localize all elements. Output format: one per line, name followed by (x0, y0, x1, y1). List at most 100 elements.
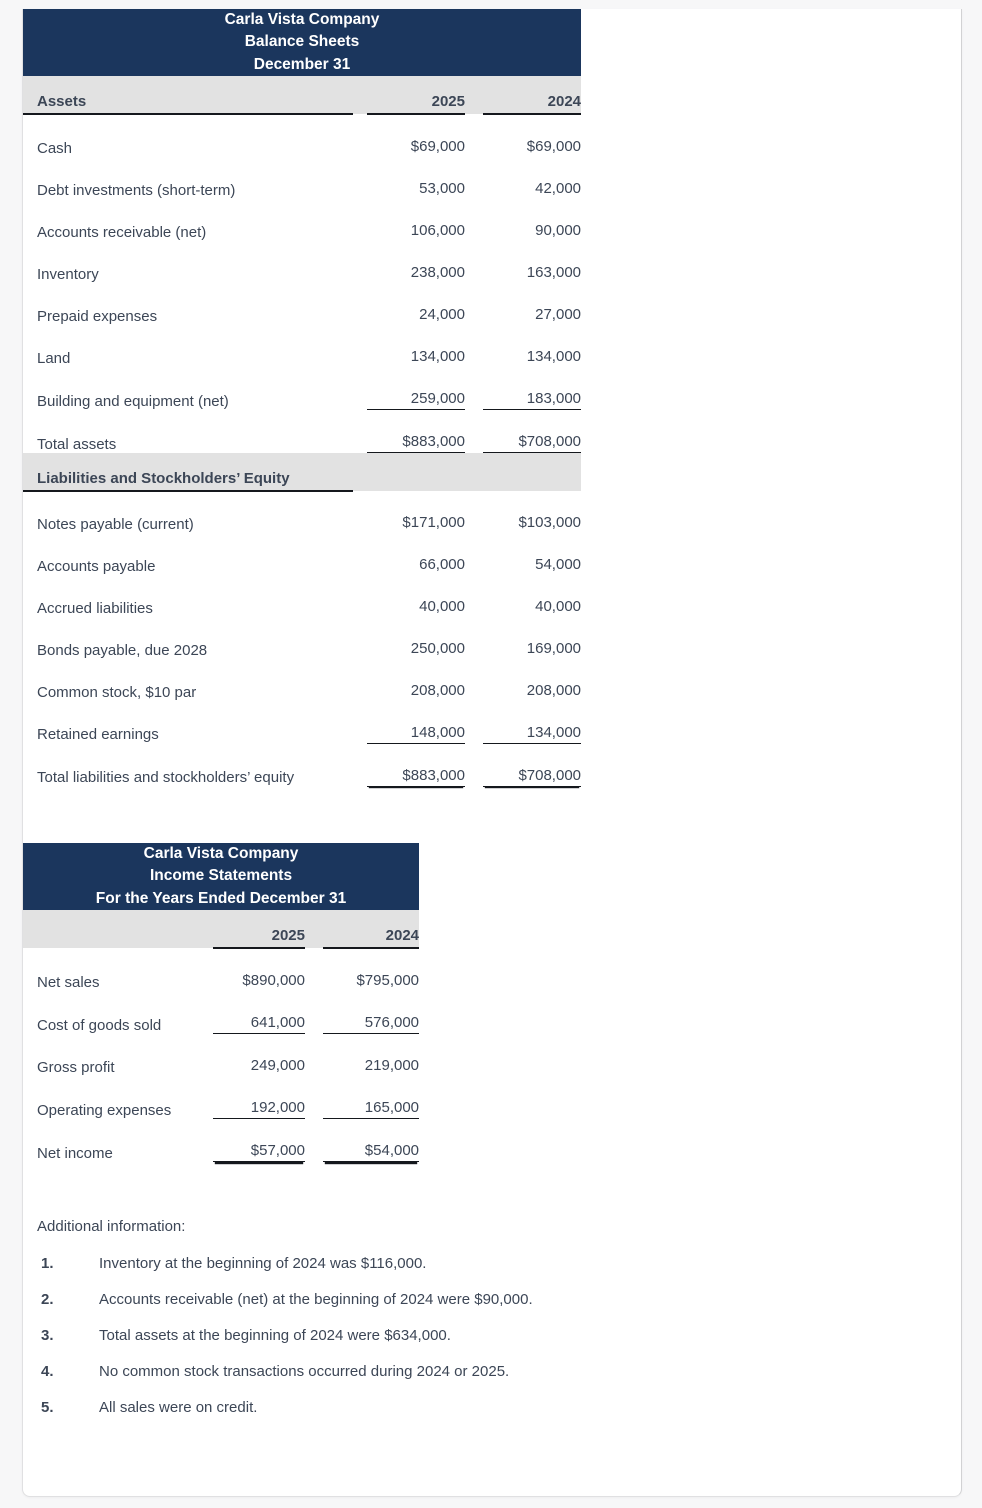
spacer-cell (199, 991, 213, 1034)
spacer-cell (353, 325, 367, 367)
spacer-cell (465, 283, 483, 325)
income-row-label: Operating expenses (37, 1101, 172, 1119)
spacer-cell (353, 452, 367, 491)
income-row-value-2025: 192,000 (213, 1076, 305, 1120)
liability-row-value-2024: 134,000 (483, 700, 582, 744)
list-item-text: Accounts receivable (net) at the beginni… (99, 1291, 533, 1309)
spacer-cell (305, 1076, 323, 1119)
asset-row-label: Cash (37, 140, 73, 158)
additional-information-list: 1. Inventory at the beginning of 2024 was… (37, 1255, 677, 1435)
income-row-value-2025: $890,000 (242, 972, 305, 990)
table-row: Total assets $883,000 $708,000 (23, 409, 582, 454)
income-statement-title-line-1: Carla Vista Company (143, 844, 299, 862)
asset-row-value-2025: 106,000 (410, 222, 465, 240)
spacer-cell (465, 491, 483, 533)
asset-row-label: Total assets (37, 435, 117, 453)
table-row: Accounts payable 66,000 54,000 (23, 533, 581, 575)
spacer-cell (353, 241, 367, 283)
list-item: 5. All sales were on credit. (37, 1399, 677, 1435)
balance-sheet-title-line-3: December 31 (253, 55, 351, 73)
income-row-label: Net sales (37, 974, 100, 992)
spacer-cell (465, 701, 483, 744)
spacer-cell (465, 114, 483, 157)
spacer-cell (305, 1119, 323, 1162)
spacer-cell (465, 325, 483, 367)
asset-row-value-2024: 90,000 (535, 222, 582, 240)
liability-row-value-2025: $171,000 (402, 513, 465, 531)
asset-row-label: Land (37, 350, 71, 368)
table-row: Accrued liabilities 40,000 40,000 (23, 575, 581, 617)
balance-sheet-title: Carla Vista Company Balance Sheets Decem… (23, 9, 582, 77)
spacer-cell (465, 367, 483, 410)
income-row-value-2024: 219,000 (364, 1057, 420, 1075)
list-item: 3. Total assets at the beginning of 2024 … (37, 1327, 677, 1363)
spacer-cell (465, 743, 483, 786)
spacer-cell (353, 575, 367, 617)
liability-row-label: Notes payable (current) (37, 515, 194, 533)
asset-row-label: Debt investments (short-term) (37, 182, 236, 200)
table-row: Operating expenses 192,000 165,000 (23, 1076, 420, 1120)
liabilities-section-header-row: Liabilities and Stockholders’ Equity (23, 452, 582, 492)
liability-row-value-2025: 250,000 (410, 639, 465, 657)
asset-row-value-2024: $69,000 (526, 138, 582, 156)
liability-row-value-2024: $708,000 (483, 743, 582, 787)
liability-row-value-2024: $103,000 (518, 513, 582, 531)
income-year-2025-header: 2025 (213, 910, 305, 950)
spacer-cell (353, 283, 367, 325)
table-row: Cash $69,000 $69,000 (23, 114, 581, 157)
spacer-cell (465, 659, 483, 701)
asset-row-value-2024: 134,000 (526, 348, 582, 366)
income-row-value-2025: $57,000 (213, 1118, 305, 1163)
spacer-cell (305, 910, 323, 949)
assets-year-2025-header: 2025 (367, 76, 465, 116)
spacer-cell (353, 410, 367, 453)
asset-row-value-2025: $69,000 (410, 138, 465, 156)
asset-row-value-2025: 259,000 (367, 367, 465, 411)
table-row: Accounts receivable (net) 106,000 90,000 (23, 199, 581, 241)
spacer-cell (483, 452, 582, 491)
asset-row-label: Inventory (37, 266, 99, 284)
spacer-cell (353, 659, 367, 701)
spacer-cell (353, 157, 367, 199)
income-row-value-2024: $54,000 (323, 1118, 420, 1163)
table-row: Common stock, $10 par 208,000 208,000 (23, 659, 581, 701)
liabilities-section-label: Liabilities and Stockholders’ Equity (23, 452, 353, 492)
liability-row-label: Accounts payable (37, 557, 156, 575)
list-item-number: 3. (41, 1327, 54, 1345)
content-panel-inner: Carla Vista Company Balance Sheets Decem… (23, 9, 963, 1435)
spacer-cell (465, 575, 483, 617)
spacer-cell (465, 76, 483, 115)
income-row-label: Net income (37, 1144, 113, 1162)
spacer-cell (465, 241, 483, 283)
spacer-cell (353, 617, 367, 659)
spacer-cell (353, 701, 367, 744)
table-row: Notes payable (current) $171,000 $103,000 (23, 491, 581, 533)
spacer-cell (353, 743, 367, 786)
asset-row-value-2024: 183,000 (483, 367, 582, 411)
liability-row-value-2025: 208,000 (410, 681, 465, 699)
spacer-cell (353, 533, 367, 575)
income-row-label: Gross profit (37, 1059, 115, 1077)
liability-row-value-2024: 40,000 (535, 597, 582, 615)
asset-row-value-2025: 134,000 (410, 348, 465, 366)
table-row: Retained earnings 148,000 134,000 (23, 700, 582, 744)
statement-gap (23, 787, 963, 843)
liability-row-value-2024: 54,000 (535, 555, 582, 573)
spacer-cell (199, 948, 213, 991)
list-item: 2. Accounts receivable (net) at the begin… (37, 1291, 677, 1327)
spacer-cell (465, 533, 483, 575)
list-item-text: No common stock transactions occurred du… (99, 1363, 510, 1381)
liability-row-value-2025: 148,000 (367, 700, 465, 744)
spacer-cell (465, 410, 483, 453)
liability-row-label: Total liabilities and stockholders’ equi… (37, 769, 295, 787)
additional-information-block: Additional information: 1. Inventory at t… (23, 1218, 963, 1435)
spacer-cell (199, 1034, 213, 1077)
content-panel: Carla Vista Company Balance Sheets Decem… (22, 9, 962, 1497)
spacer-cell (305, 1034, 323, 1077)
asset-row-value-2025: 53,000 (419, 180, 465, 198)
list-item-text: Total assets at the beginning of 2024 we… (99, 1327, 451, 1345)
asset-row-value-2024: 27,000 (535, 306, 582, 324)
table-row: Gross profit 249,000 219,000 (23, 1034, 420, 1077)
spacer-cell (465, 617, 483, 659)
asset-row-value-2025: 24,000 (419, 306, 465, 324)
